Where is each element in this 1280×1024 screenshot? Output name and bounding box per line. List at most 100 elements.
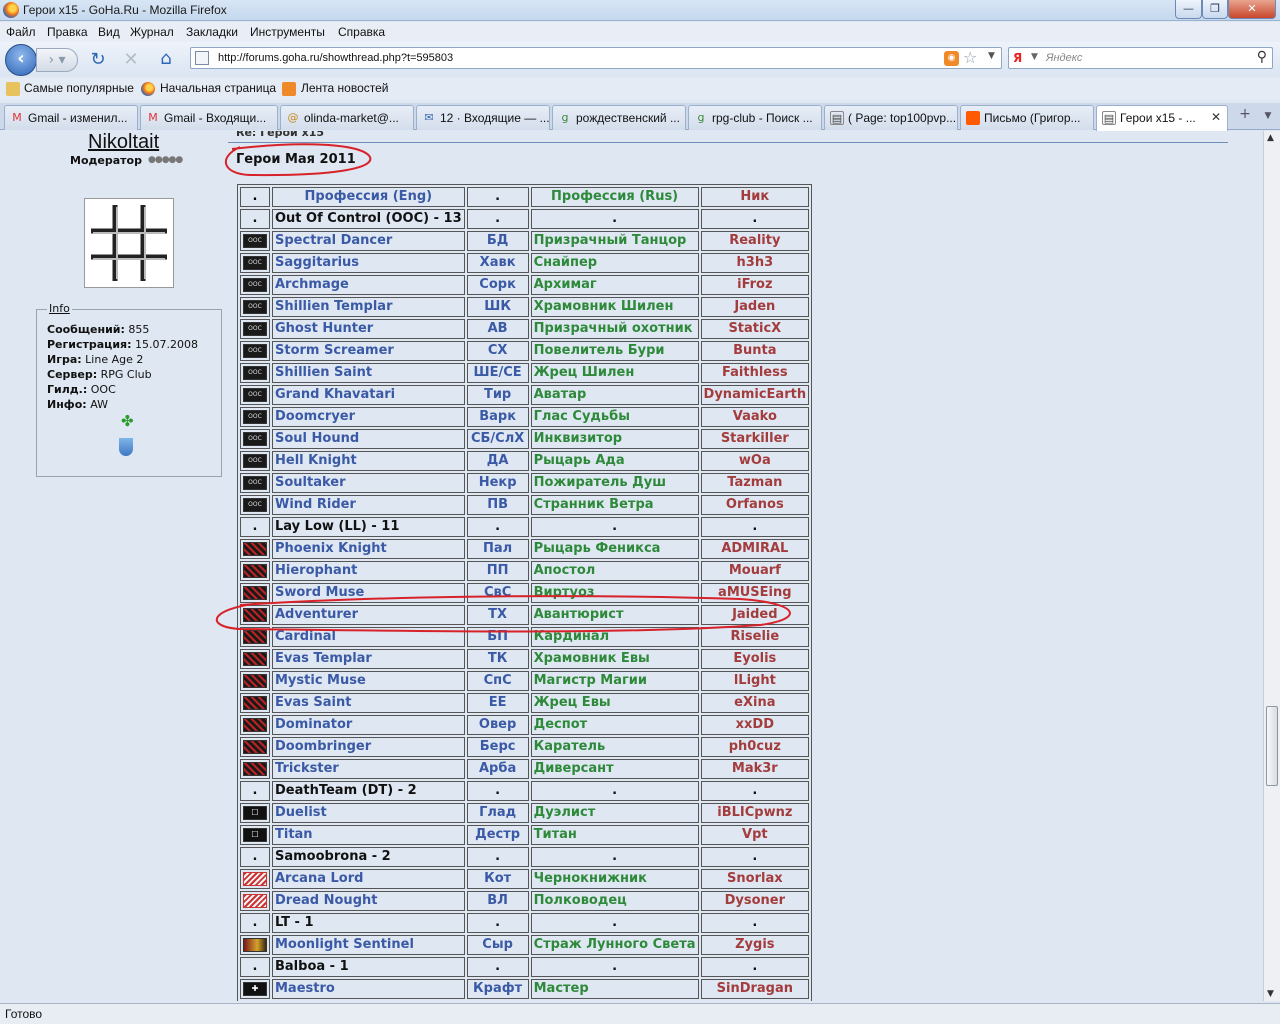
table-row: Cardinal БП Кардинал Riselie bbox=[240, 627, 810, 647]
profession-short: БД bbox=[466, 231, 529, 251]
profession-eng[interactable]: Spectral Dancer bbox=[272, 231, 465, 251]
profession-eng[interactable]: Dread Nought bbox=[272, 891, 465, 911]
profession-eng[interactable]: Wind Rider bbox=[272, 495, 465, 515]
bookmark-start-page[interactable]: Начальная страница bbox=[160, 81, 276, 95]
icon-cell: . bbox=[240, 957, 270, 977]
info-extra: Инфо: AW bbox=[47, 398, 108, 411]
vertical-scrollbar[interactable]: ▲ ▼ bbox=[1263, 131, 1280, 1001]
player-nick: Dysoner bbox=[700, 891, 810, 911]
profession-eng[interactable]: Hierophant bbox=[272, 561, 465, 581]
profession-eng[interactable]: Duelist bbox=[272, 803, 465, 823]
profession-eng[interactable]: Arcana Lord bbox=[272, 869, 465, 889]
search-input[interactable]: Яндекс bbox=[1046, 52, 1082, 64]
profession-eng[interactable]: Cardinal bbox=[272, 627, 465, 647]
profession-rus: Странник Ветра bbox=[530, 495, 699, 515]
reload-icon[interactable]: ↻ bbox=[88, 50, 108, 70]
rus-cell: . bbox=[530, 781, 699, 801]
tab-heroes[interactable]: ▤ Герои x15 - ... ✕ bbox=[1096, 105, 1228, 131]
player-nick: lLight bbox=[700, 671, 810, 691]
maximize-button[interactable]: ❐ bbox=[1202, 0, 1228, 19]
profession-eng[interactable]: Saggitarius bbox=[272, 253, 465, 273]
profession-eng[interactable]: Grand Khavatari bbox=[272, 385, 465, 405]
search-icon[interactable]: ⚲ bbox=[1257, 49, 1267, 65]
menu-history[interactable]: Журнал bbox=[130, 25, 174, 39]
table-row: OOC Wind Rider ПВ Странник Ветра Orfanos bbox=[240, 495, 810, 515]
profession-short: Некр bbox=[466, 473, 529, 493]
profession-eng[interactable]: Evas Saint bbox=[272, 693, 465, 713]
url-text[interactable]: http://forums.goha.ru/showthread.php?t=5… bbox=[218, 52, 453, 64]
clan-emblem-icon: OOC bbox=[243, 409, 267, 424]
clan-emblem-icon bbox=[243, 871, 267, 886]
clan-emblem-icon: OOC bbox=[243, 299, 267, 314]
profession-eng[interactable]: Storm Screamer bbox=[272, 341, 465, 361]
info-game: Игра: Line Age 2 bbox=[47, 353, 144, 366]
profession-eng[interactable]: Maestro bbox=[272, 979, 465, 999]
close-button[interactable]: ✕ bbox=[1228, 0, 1276, 19]
clan-icon-cell bbox=[240, 891, 270, 911]
profession-eng[interactable]: Moonlight Sentinel bbox=[272, 935, 465, 955]
clan-emblem-icon bbox=[243, 673, 267, 688]
clan-name: Lay Low (LL) - 11 bbox=[272, 517, 465, 537]
new-tab-icon[interactable]: + bbox=[1236, 106, 1254, 126]
tab-olinda[interactable]: @ olinda-market@... bbox=[280, 105, 414, 130]
menu-tools[interactable]: Инструменты bbox=[250, 25, 325, 39]
profession-eng[interactable]: Soul Hound bbox=[272, 429, 465, 449]
tab-gmail-2[interactable]: M Gmail - Входящи... bbox=[140, 105, 278, 130]
bookmark-most-visited[interactable]: Самые популярные bbox=[24, 81, 134, 95]
profession-eng[interactable]: Trickster bbox=[272, 759, 465, 779]
stop-icon[interactable]: ✕ bbox=[121, 50, 141, 70]
yandex-icon[interactable]: Я bbox=[1013, 50, 1029, 66]
tab-rpg-club[interactable]: g rpg-club - Поиск ... bbox=[688, 105, 822, 130]
profession-rus: Кардинал bbox=[530, 627, 699, 647]
menu-bookmarks[interactable]: Закладки bbox=[186, 25, 238, 39]
tab-christmas[interactable]: g рождественский ... bbox=[552, 105, 686, 130]
forward-button[interactable]: › ▾ bbox=[36, 48, 78, 72]
home-icon[interactable]: ⌂ bbox=[155, 48, 177, 70]
profession-eng[interactable]: Adventurer bbox=[272, 605, 465, 625]
minimize-button[interactable]: — bbox=[1175, 0, 1202, 19]
url-bar[interactable]: http://forums.goha.ru/showthread.php?t=5… bbox=[190, 47, 1002, 69]
profession-eng[interactable]: Dominator bbox=[272, 715, 465, 735]
avatar[interactable] bbox=[84, 198, 174, 288]
profession-eng[interactable]: Titan bbox=[272, 825, 465, 845]
back-button[interactable]: ‹ bbox=[5, 44, 37, 76]
profession-eng[interactable]: Phoenix Knight bbox=[272, 539, 465, 559]
menu-view[interactable]: Вид bbox=[98, 25, 120, 39]
url-dropdown-icon[interactable]: ▼ bbox=[988, 51, 995, 61]
tab-list-icon[interactable]: ▼ bbox=[1259, 106, 1277, 126]
rss-icon[interactable]: ◉ bbox=[944, 51, 959, 66]
profession-eng[interactable]: Shillien Templar bbox=[272, 297, 465, 317]
profession-eng[interactable]: Shillien Saint bbox=[272, 363, 465, 383]
bookmark-news-feed[interactable]: Лента новостей bbox=[301, 81, 389, 95]
tab-letter[interactable]: Письмо (Григор... bbox=[960, 105, 1094, 130]
profession-eng[interactable]: Evas Templar bbox=[272, 649, 465, 669]
username-link[interactable]: Nikoltait bbox=[88, 131, 159, 154]
profession-eng[interactable]: Sword Muse bbox=[272, 583, 465, 603]
menu-edit[interactable]: Правка bbox=[47, 25, 88, 39]
player-nick: StaticX bbox=[700, 319, 810, 339]
profession-eng[interactable]: Ghost Hunter bbox=[272, 319, 465, 339]
profession-eng[interactable]: Doomcryer bbox=[272, 407, 465, 427]
scroll-down-icon[interactable]: ▼ bbox=[1267, 989, 1274, 999]
profession-eng[interactable]: Archmage bbox=[272, 275, 465, 295]
search-engine-dropdown-icon[interactable]: ▼ bbox=[1031, 52, 1038, 62]
player-nick: Tazman bbox=[700, 473, 810, 493]
bookmark-star-icon[interactable]: ☆ bbox=[963, 48, 977, 67]
tab-close-icon[interactable]: ✕ bbox=[1211, 110, 1221, 124]
profession-eng[interactable]: Doombringer bbox=[272, 737, 465, 757]
clan-emblem-icon bbox=[243, 651, 267, 666]
search-bar[interactable]: Я ▼ Яндекс ⚲ bbox=[1008, 47, 1273, 69]
info-server: Сервер: RPG Club bbox=[47, 368, 152, 381]
menu-file[interactable]: Файл bbox=[6, 25, 36, 39]
profession-eng[interactable]: Soultaker bbox=[272, 473, 465, 493]
scroll-up-icon[interactable]: ▲ bbox=[1267, 133, 1274, 143]
tab-gmail-1[interactable]: M Gmail - изменил... bbox=[4, 105, 138, 130]
menu-help[interactable]: Справка bbox=[338, 25, 385, 39]
profession-eng[interactable]: Hell Knight bbox=[272, 451, 465, 471]
scrollbar-thumb[interactable] bbox=[1266, 706, 1278, 786]
tab-top100pvp[interactable]: ▤ ( Page: top100pvp... bbox=[824, 105, 958, 130]
tab-inbox[interactable]: ✉ 12 · Входящие — ... bbox=[416, 105, 550, 130]
clan-icon-cell: OOC bbox=[240, 385, 270, 405]
clan-icon-cell: OOC bbox=[240, 407, 270, 427]
profession-eng[interactable]: Mystic Muse bbox=[272, 671, 465, 691]
